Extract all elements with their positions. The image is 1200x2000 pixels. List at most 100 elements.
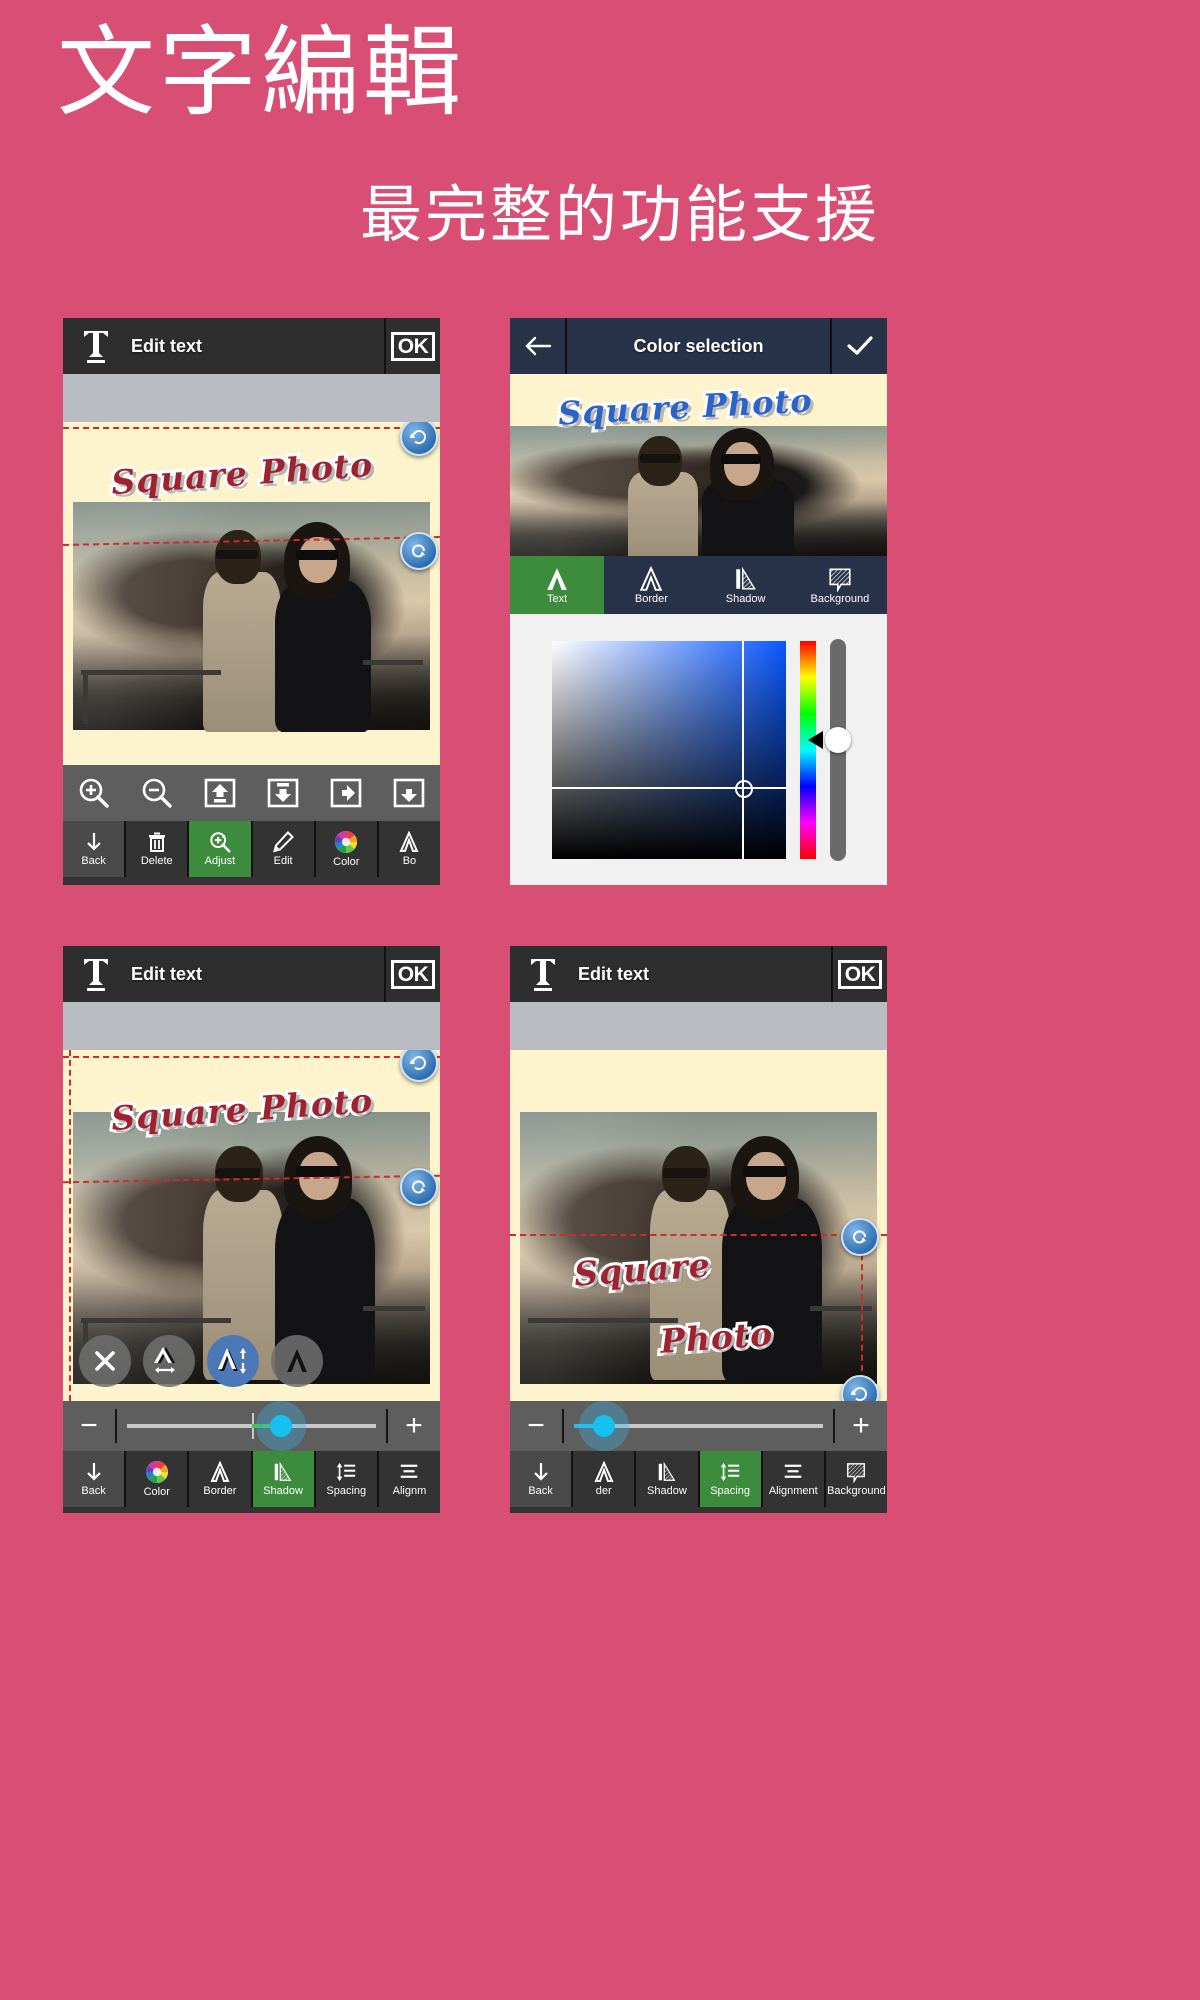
rotate-handle[interactable] [841,1218,879,1256]
panel2-title: Color selection [633,335,764,356]
close-fab[interactable] [79,1335,131,1387]
bottom-item-spacing[interactable]: Spacing [697,1451,761,1507]
panel1-title: Edit text [131,335,203,356]
bottom-item-label: Back [528,1485,553,1497]
bottom-item-color[interactable]: Color [124,1451,188,1507]
bottom-item-edit[interactable]: Edit [250,821,314,877]
panel3-canvas[interactable]: Square Photo [63,1050,440,1401]
bottom-item-label: Spacing [710,1485,750,1497]
color-picker[interactable] [510,614,887,885]
ok-button[interactable]: OK [384,946,440,1002]
rotate-handle[interactable] [400,532,438,570]
panel3-slider-row[interactable]: − + [63,1401,440,1451]
selection-guide-left [69,1050,71,1401]
zoom-out-icon[interactable] [126,776,189,810]
bottom-item-border[interactable]: Bo [376,821,440,877]
bottom-item-color[interactable]: Color [313,821,377,877]
bottom-item-label: Spacing [326,1485,367,1497]
zoom-in-icon[interactable] [63,776,126,810]
bottom-item-label: Color [333,856,360,868]
panel3-bottom-bar: Back Color Border Shadow Spacing Alignm [63,1451,440,1507]
hue-slider[interactable] [807,638,851,861]
panel1-tool-row [63,765,440,821]
bottom-item-alignment[interactable]: Alignm [376,1451,440,1507]
slider-thumb[interactable] [592,1415,615,1437]
bottom-item-delete[interactable]: Delete [124,821,188,877]
selection-guide-top [63,1056,440,1058]
tab-border[interactable]: Border [604,556,698,614]
panel4-bottom-bar: Back der Shadow Spacing Alignment Backgr… [510,1451,887,1507]
panel4-grey-band [510,1002,887,1050]
bottom-item-label: Shadow [263,1485,303,1497]
back-button[interactable] [510,318,567,374]
bring-to-front-icon[interactable] [189,777,252,809]
outline-a-icon [640,565,663,591]
text-edit-icon [73,956,119,992]
text-edit-icon [73,328,119,364]
hue-strip[interactable] [799,640,816,859]
flip-vertical-icon[interactable] [377,777,440,809]
bottom-item-border[interactable]: der [571,1451,635,1507]
shadow-blur-fab[interactable] [271,1335,323,1387]
ok-button[interactable]: OK [831,946,887,1002]
panel1-bottom-bar: Back Delete Adjust Edit Color Bo [63,821,440,877]
slider-track[interactable] [574,1415,823,1437]
slider-track[interactable] [127,1413,376,1439]
bottom-item-alignment[interactable]: Alignment [760,1451,824,1507]
filled-a-icon [547,567,567,590]
background-icon [829,567,851,592]
bottom-item-shadow[interactable]: Shadow [250,1451,314,1507]
sv-selector-dot[interactable] [734,779,753,798]
hue-slider-pointer [807,730,823,749]
tab-shadow[interactable]: Shadow [699,556,793,614]
panel4-title: Edit text [578,963,650,984]
bottom-item-back[interactable]: Back [63,1451,125,1507]
send-to-back-icon[interactable] [251,777,314,809]
bottom-item-shadow[interactable]: Shadow [634,1451,698,1507]
tab-background[interactable]: Background [793,556,887,614]
slider-thumb[interactable] [270,1415,293,1437]
bottom-item-background[interactable]: Background [823,1451,887,1507]
bottom-item-back[interactable]: Back [63,821,125,877]
panel3-grey-band [63,1002,440,1050]
shadow-offset-x-fab[interactable] [143,1335,195,1387]
panel2-canvas[interactable]: Square Photo [510,374,887,556]
confirm-button[interactable] [830,318,887,374]
panel2-tab-row: Text Border Shadow Background [510,556,887,614]
overlay-text-line2[interactable]: Photo [656,1311,778,1364]
tab-text[interactable]: Text [510,556,605,614]
rotate-handle[interactable] [400,1168,438,1206]
saturation-value-box[interactable] [551,640,786,859]
shadow-offset-y-fab[interactable] [207,1335,259,1387]
panel4-canvas[interactable]: Square Photo [510,1050,887,1401]
panel4-titlebar: Edit text OK [510,946,887,1002]
slider-divider-left [562,1409,564,1443]
panel4-slider-row[interactable]: − + [510,1401,887,1451]
bottom-item-back[interactable]: Back [510,1451,572,1507]
bottom-item-label: Color [143,1486,170,1498]
hue-slider-thumb[interactable] [824,726,851,753]
tab-label: Text [547,592,568,605]
bottom-item-spacing[interactable]: Spacing [313,1451,377,1507]
bottom-item-label: Shadow [647,1485,687,1497]
slider-minus-button[interactable]: − [63,1409,115,1443]
bottom-item-border[interactable]: Border [187,1451,251,1507]
bottom-item-label: Delete [140,855,173,867]
bottom-item-label: Border [203,1485,237,1497]
screenshot-panel-shadow: Edit text OK Square Photo − + Back Color… [63,946,440,1513]
slider-plus-button[interactable]: + [388,1409,440,1443]
ok-button[interactable]: OK [384,318,440,374]
panel1-canvas[interactable]: Square Photo [63,422,440,765]
bottom-item-label: Background [827,1485,886,1497]
text-edit-icon [520,956,566,992]
shadow-icon [735,566,756,589]
ok-label: OK [390,331,436,361]
slider-plus-button[interactable]: + [835,1409,887,1443]
page-title: 文字編輯 [57,16,466,130]
bottom-item-adjust[interactable]: Adjust [187,821,251,877]
bottom-item-label: Adjust [204,855,236,867]
slider-minus-button[interactable]: − [510,1409,562,1443]
flip-horizontal-icon[interactable] [314,777,377,809]
page-subtitle: 最完整的功能支援 [360,178,881,251]
screenshot-panel-edit-text: Edit text OK Square Photo Back Delete Ad… [63,318,440,885]
